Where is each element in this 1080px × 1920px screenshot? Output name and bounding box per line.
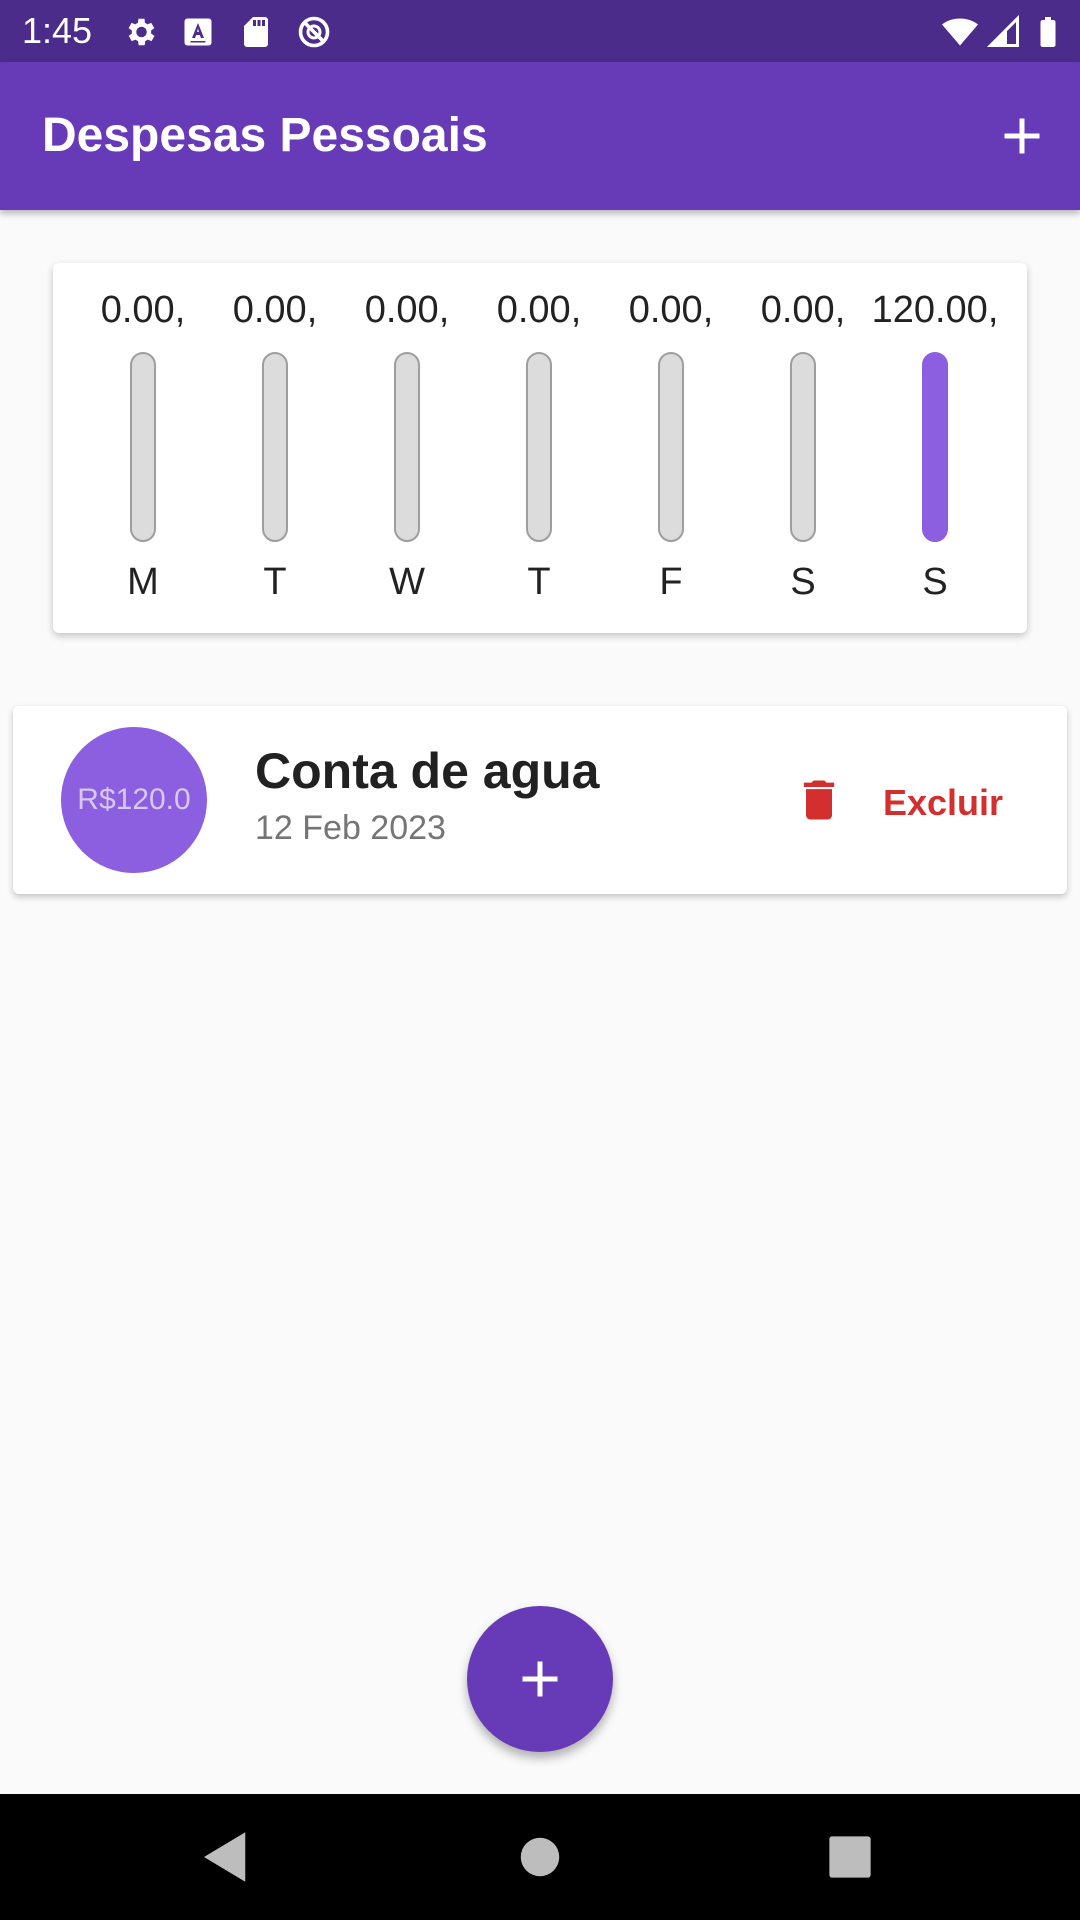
font-a-icon bbox=[184, 18, 212, 46]
chart-day-column: 0.00, S bbox=[737, 263, 869, 633]
chart-day-amount: 120.00, bbox=[871, 289, 999, 331]
transaction-title: Conta de agua bbox=[255, 743, 600, 799]
chart-day-column: 120.00, S bbox=[869, 263, 1001, 633]
chart-day-column: 0.00, W bbox=[341, 263, 473, 633]
chart-bar-track bbox=[658, 352, 684, 542]
chart-bar-track bbox=[526, 352, 552, 542]
battery-icon bbox=[1040, 17, 1056, 47]
chart-day-column: 0.00, T bbox=[209, 263, 341, 633]
chart-bar-track bbox=[130, 352, 156, 542]
sd-card-icon bbox=[244, 17, 268, 47]
trash-icon bbox=[803, 780, 835, 820]
chart-day-label: S bbox=[922, 561, 948, 603]
transaction-amount-avatar: R$120.0 bbox=[61, 727, 207, 873]
app-title: Despesas Pessoais bbox=[42, 109, 488, 162]
chart-bar-track bbox=[394, 352, 420, 542]
cell-signal-icon bbox=[986, 14, 1019, 47]
chart-day-label: F bbox=[659, 561, 683, 603]
wifi-icon bbox=[942, 18, 978, 46]
home-icon[interactable] bbox=[507, 1824, 573, 1890]
transaction-item: R$120.0 Conta de agua 12 Feb 2023 Exclui… bbox=[13, 706, 1067, 894]
chart-day-label: M bbox=[127, 561, 159, 603]
recents-icon[interactable] bbox=[817, 1824, 883, 1890]
back-icon[interactable] bbox=[193, 1824, 259, 1890]
transaction-amount: R$120.0 bbox=[77, 783, 191, 816]
chart-day-amount: 0.00, bbox=[364, 289, 450, 331]
chart-day-column: 0.00, M bbox=[77, 263, 209, 633]
chart-day-column: 0.00, F bbox=[605, 263, 737, 633]
do-not-disturb-icon bbox=[298, 16, 330, 48]
chart-bar-fill bbox=[924, 354, 946, 540]
chart-day-amount: 0.00, bbox=[760, 289, 846, 331]
weekly-chart-card: 0.00, M 0.00, T 0.00, W 0.00, T 0.00, F 0.00, S 120.… bbox=[53, 263, 1027, 633]
plus-icon bbox=[522, 1661, 558, 1697]
chart-day-amount: 0.00, bbox=[496, 289, 582, 331]
app-bar: Despesas Pessoais bbox=[0, 62, 1080, 210]
delete-button[interactable]: Excluir bbox=[793, 768, 1013, 832]
add-expense-plus-icon[interactable] bbox=[992, 106, 1052, 166]
chart-bar-track bbox=[790, 352, 816, 542]
status-bar: 1:45 bbox=[0, 0, 1080, 62]
gear-icon bbox=[128, 18, 155, 46]
chart-day-amount: 0.00, bbox=[100, 289, 186, 331]
chart-day-label: S bbox=[790, 561, 816, 603]
system-nav-bar bbox=[0, 1794, 1080, 1920]
status-time: 1:45 bbox=[22, 10, 93, 51]
chart-day-column: 0.00, T bbox=[473, 263, 605, 633]
chart-day-amount: 0.00, bbox=[628, 289, 714, 331]
chart-day-amount: 0.00, bbox=[232, 289, 318, 331]
delete-label: Excluir bbox=[883, 782, 1004, 823]
chart-day-label: T bbox=[263, 561, 287, 603]
add-expense-fab[interactable] bbox=[467, 1606, 613, 1752]
chart-bar-track bbox=[262, 352, 288, 542]
chart-bar-track bbox=[922, 352, 948, 542]
chart-day-label: W bbox=[389, 561, 425, 603]
transaction-date: 12 Feb 2023 bbox=[255, 809, 446, 847]
chart-day-label: T bbox=[527, 561, 551, 603]
